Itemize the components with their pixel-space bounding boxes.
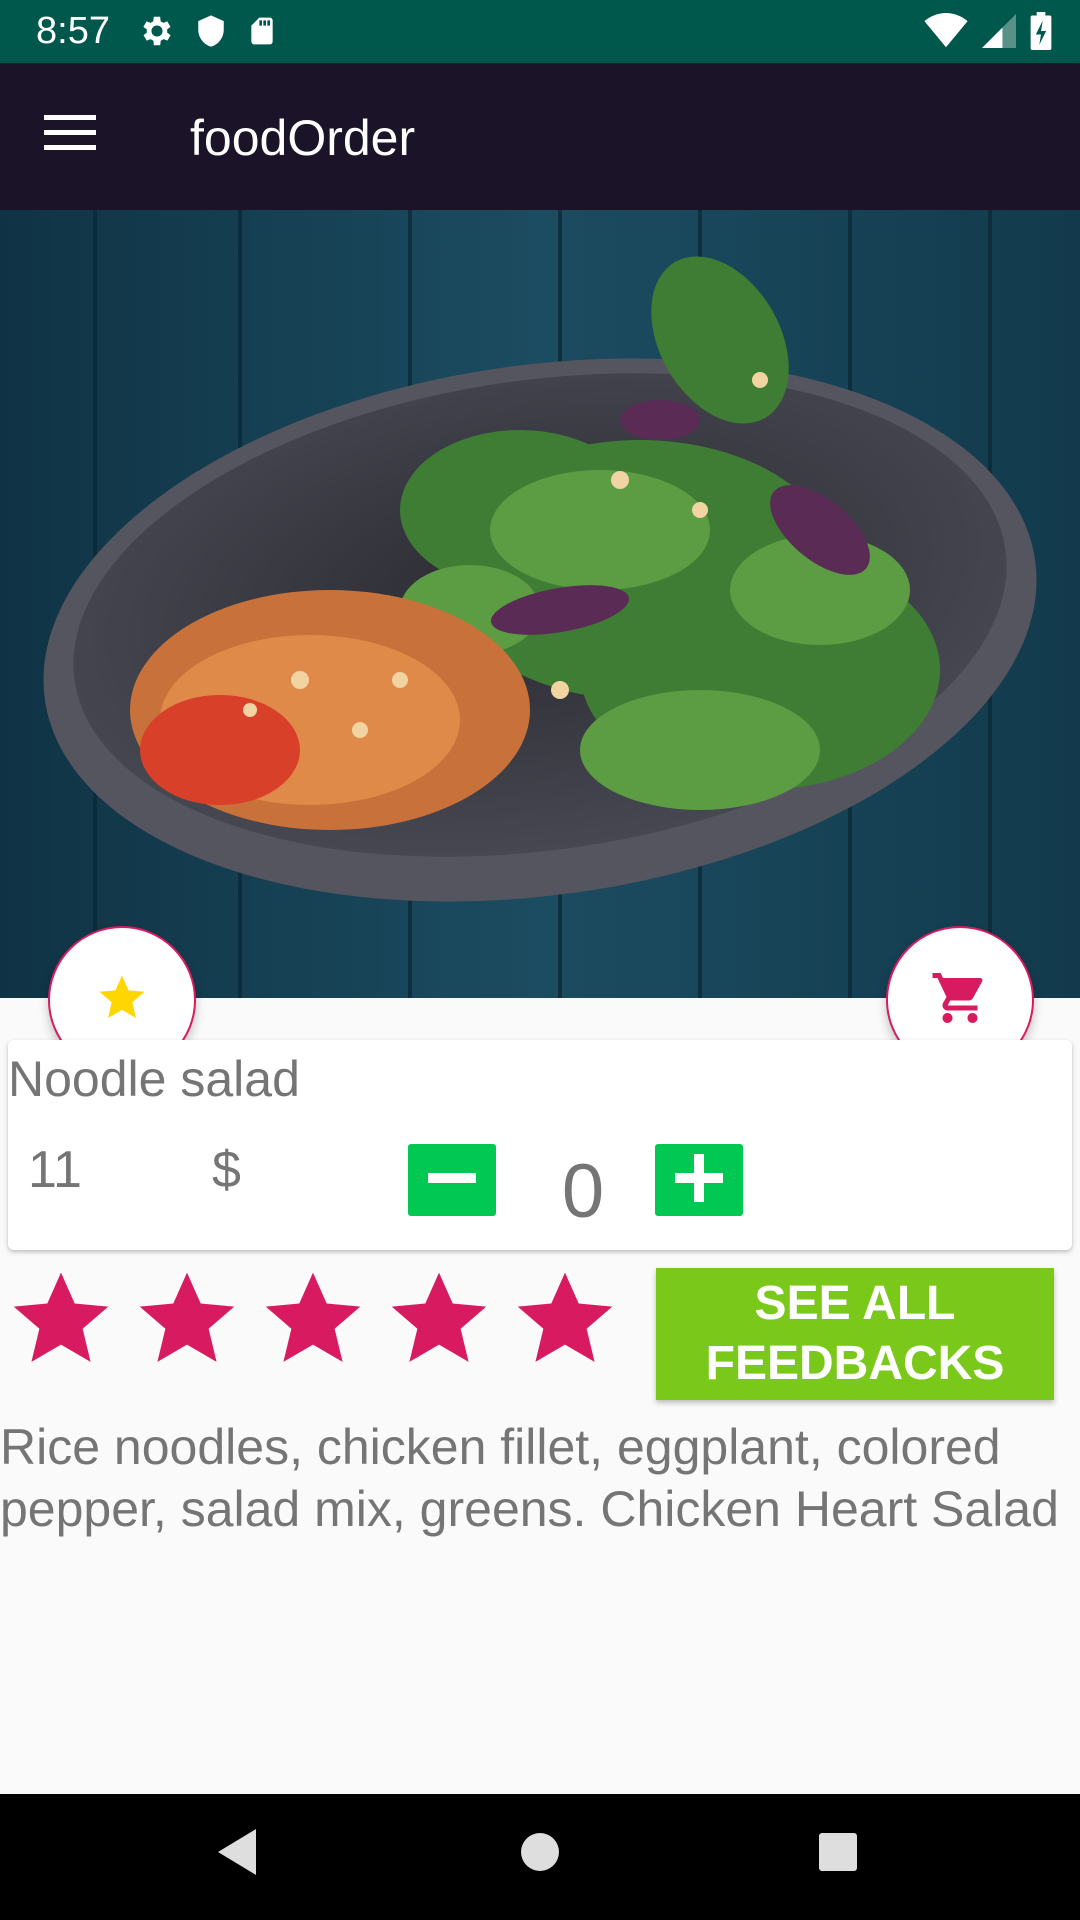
minus-icon xyxy=(426,1152,478,1209)
product-price: 11 xyxy=(28,1141,82,1199)
rating-star-icon[interactable] xyxy=(8,1266,114,1372)
see-all-feedbacks-button[interactable]: SEE ALL FEEDBACKS xyxy=(656,1268,1054,1400)
recents-icon[interactable] xyxy=(816,1827,860,1882)
product-description: Rice noodles, chicken fillet, eggplant, … xyxy=(0,1419,1059,1537)
rating-star-icon[interactable] xyxy=(134,1266,240,1372)
status-bar: 8:57 xyxy=(0,0,1080,63)
status-icons-left xyxy=(138,12,278,50)
settings-icon xyxy=(138,12,176,50)
navigation-bar xyxy=(0,1794,1080,1920)
status-time: 8:57 xyxy=(36,10,110,52)
increase-quantity-button[interactable] xyxy=(655,1144,743,1216)
shield-icon xyxy=(194,12,228,50)
app-bar: foodOrder xyxy=(0,63,1080,210)
app-title: foodOrder xyxy=(190,110,416,166)
battery-icon xyxy=(1030,12,1052,50)
product-image xyxy=(0,210,1080,998)
rating-star-icon[interactable] xyxy=(260,1266,366,1372)
signal-icon xyxy=(982,13,1016,49)
product-name: Noodle salad xyxy=(8,1051,300,1107)
shopping-cart-icon xyxy=(930,968,990,1033)
rating-star-icon[interactable] xyxy=(512,1266,618,1372)
star-icon xyxy=(95,971,149,1030)
decrease-quantity-button[interactable] xyxy=(408,1144,496,1216)
wifi-icon xyxy=(924,13,968,49)
status-icons-right xyxy=(924,12,1052,50)
home-icon[interactable] xyxy=(518,1827,562,1882)
price-currency: $ xyxy=(212,1141,241,1199)
hamburger-menu-icon[interactable] xyxy=(44,113,102,159)
plus-icon xyxy=(673,1152,725,1209)
sd-card-icon xyxy=(246,12,278,50)
product-card: Noodle salad 11 $ 0 xyxy=(8,1040,1072,1250)
back-icon[interactable] xyxy=(216,1827,258,1882)
quantity-value: 0 xyxy=(561,1149,605,1234)
rating-star-icon[interactable] xyxy=(386,1266,492,1372)
rating-bar[interactable] xyxy=(8,1266,618,1372)
